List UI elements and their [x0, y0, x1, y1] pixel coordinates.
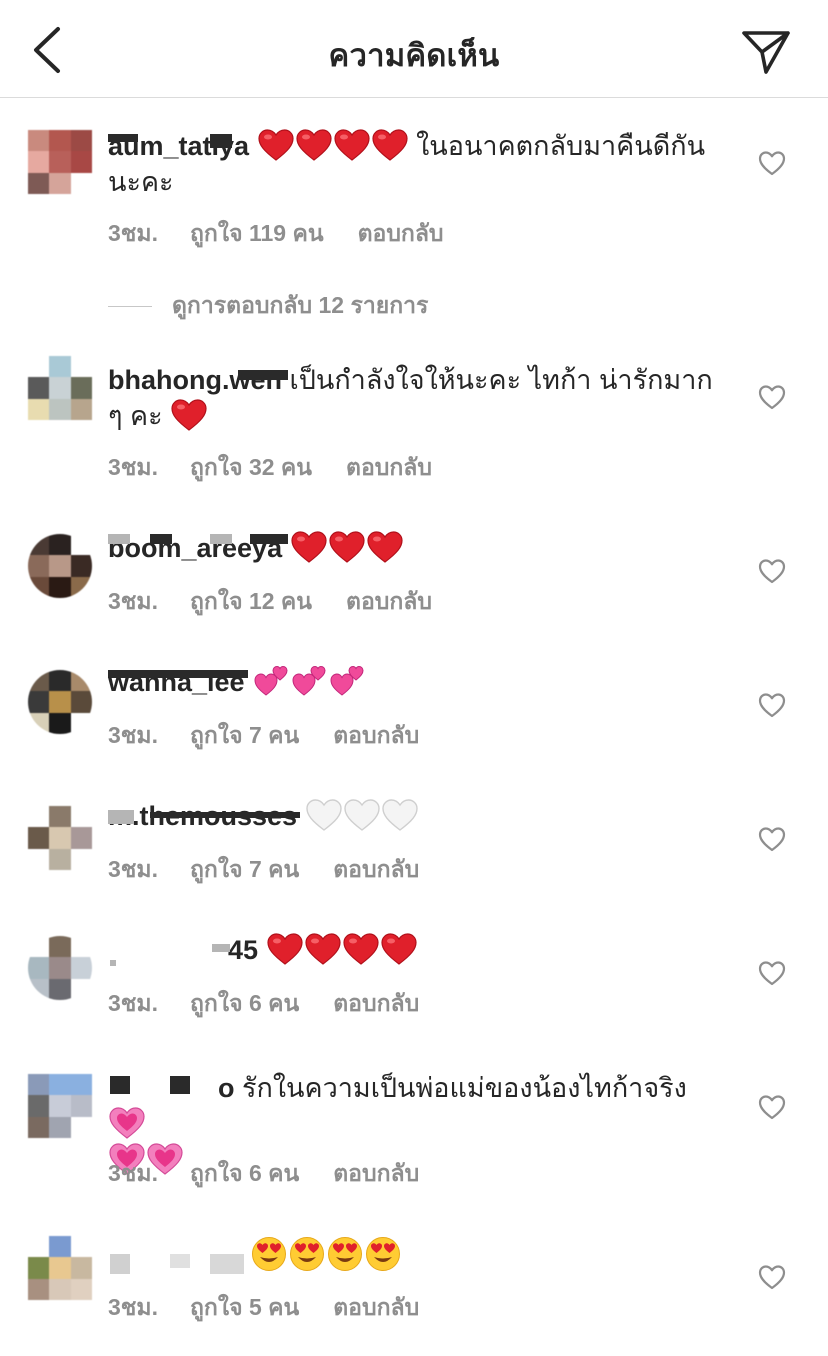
- comment-text: 45: [108, 932, 718, 968]
- comment-username[interactable]: 45: [228, 935, 258, 965]
- comment-likes[interactable]: ถูกใจ 7 คน: [190, 718, 299, 754]
- comment-username[interactable]: o: [218, 1073, 235, 1103]
- redaction-block: [110, 960, 116, 966]
- comment-body: เป็นกำลังใจให้นะคะ ไทก้า น่ารักมาก: [289, 365, 713, 395]
- like-heart-icon[interactable]: [758, 558, 786, 584]
- redaction-block: [238, 370, 288, 380]
- like-heart-icon[interactable]: [758, 1094, 786, 1120]
- comment-likes[interactable]: ถูกใจ 6 คน: [190, 1156, 299, 1192]
- comment-time: 3ชม.: [108, 990, 158, 1016]
- red-heart-icon: [290, 533, 404, 563]
- avatar[interactable]: [28, 936, 92, 1000]
- page-title: ความคิดเห็น: [328, 38, 500, 73]
- redaction-block: [110, 1076, 130, 1094]
- redaction-block: [108, 670, 248, 678]
- comment-text: [108, 1236, 718, 1275]
- view-replies-label: ดูการตอบกลับ 12 รายการ: [172, 292, 429, 318]
- avatar[interactable]: [28, 806, 92, 870]
- like-heart-icon[interactable]: [758, 150, 786, 176]
- comment-time: 3ชม.: [108, 588, 158, 614]
- comment-meta: 3ชม. ถูกใจ 7 คน ตอบกลับ: [108, 852, 419, 888]
- redaction-block: [108, 134, 138, 142]
- comment-meta: 3ชม. ถูกใจ 6 คน ตอบกลับ: [108, 986, 419, 1022]
- comment-time: 3ชม.: [108, 1160, 158, 1186]
- comment-meta: 3ชม. ถูกใจ 12 คน ตอบกลับ: [108, 584, 432, 620]
- avatar[interactable]: [28, 670, 92, 734]
- comment-likes[interactable]: ถูกใจ 7 คน: [190, 852, 299, 888]
- like-heart-icon[interactable]: [758, 1264, 786, 1290]
- redaction-block: [170, 1076, 190, 1094]
- avatar[interactable]: [28, 1236, 92, 1300]
- avatar[interactable]: [28, 534, 92, 598]
- comment-text: aum_tatiya ในอนาคตกลับมาคืนดีกัน นะคะ: [108, 128, 718, 200]
- comment-time: 3ชม.: [108, 454, 158, 480]
- comment-likes[interactable]: ถูกใจ 119 คน: [190, 216, 324, 252]
- comment-likes[interactable]: ถูกใจ 32 คน: [190, 450, 312, 486]
- redaction-block: [110, 1254, 130, 1274]
- redaction-block: [108, 810, 134, 824]
- redaction-block: [212, 944, 230, 952]
- comment-body: ในอนาคตกลับมาคืนดีกัน: [416, 131, 706, 161]
- comment-time: 3ชม.: [108, 722, 158, 748]
- redaction-block: [170, 1254, 190, 1268]
- avatar[interactable]: [28, 356, 92, 420]
- paper-plane-icon: [742, 31, 790, 74]
- like-heart-icon[interactable]: [758, 960, 786, 986]
- redaction-block: [250, 534, 288, 544]
- heart-eyes-icon: [250, 1242, 402, 1272]
- avatar[interactable]: [28, 1074, 92, 1138]
- share-button[interactable]: [740, 26, 792, 78]
- comment-text: bhahong.wen เป็นกำลังใจให้นะคะ ไทก้า น่า…: [108, 362, 718, 434]
- comment-meta: 3ชม. ถูกใจ 7 คน ตอบกลับ: [108, 718, 419, 754]
- reply-button[interactable]: ตอบกลับ: [346, 450, 432, 486]
- comment-likes[interactable]: ถูกใจ 12 คน: [190, 584, 312, 620]
- reply-button[interactable]: ตอบกลับ: [333, 1156, 419, 1192]
- replies-divider: [108, 305, 152, 307]
- red-heart-icon: [257, 131, 409, 161]
- red-heart-icon: [170, 401, 208, 431]
- comment-meta: 3ชม. ถูกใจ 6 คน ตอบกลับ: [108, 1156, 419, 1192]
- redaction-block: [150, 534, 172, 544]
- view-replies-button[interactable]: ดูการตอบกลับ 12 รายการ: [108, 288, 428, 324]
- like-heart-icon[interactable]: [758, 384, 786, 410]
- reply-button[interactable]: ตอบกลับ: [333, 1290, 419, 1326]
- comment-text: boom_areeya: [108, 530, 718, 566]
- comment-time: 3ชม.: [108, 1294, 158, 1320]
- avatar[interactable]: [28, 130, 92, 194]
- like-heart-icon[interactable]: [758, 826, 786, 852]
- red-heart-icon: [266, 935, 418, 965]
- reply-button[interactable]: ตอบกลับ: [346, 584, 432, 620]
- top-bar: ความคิดเห็น: [0, 0, 828, 98]
- comment-time: 3ชม.: [108, 220, 158, 246]
- like-heart-icon[interactable]: [758, 692, 786, 718]
- comment-body-cont: นะคะ: [108, 167, 174, 197]
- redaction-block: [108, 534, 130, 544]
- comment-body-cont: ๆ คะ: [108, 401, 163, 431]
- comment-likes[interactable]: ถูกใจ 6 คน: [190, 986, 299, 1022]
- comment-meta: 3ชม. ถูกใจ 119 คน ตอบกลับ: [108, 216, 444, 252]
- reply-button[interactable]: ตอบกลับ: [358, 216, 444, 252]
- reply-button[interactable]: ตอบกลับ: [333, 718, 419, 754]
- redaction-block: [210, 134, 232, 148]
- redaction-block: [210, 1254, 244, 1274]
- reply-button[interactable]: ตอบกลับ: [333, 986, 419, 1022]
- comment-meta: 3ชม. ถูกใจ 5 คน ตอบกลับ: [108, 1290, 419, 1326]
- redaction-block: [150, 812, 300, 818]
- comment-body: รักในความเป็นพ่อแม่ของน้องไทก้าจริง: [242, 1073, 687, 1103]
- redaction-block: [210, 534, 232, 544]
- two-hearts-icon: [252, 667, 366, 697]
- comment-likes[interactable]: ถูกใจ 5 คน: [190, 1290, 299, 1326]
- white-heart-icon: [305, 801, 419, 831]
- comment-time: 3ชม.: [108, 856, 158, 882]
- comment-meta: 3ชม. ถูกใจ 32 คน ตอบกลับ: [108, 450, 432, 486]
- reply-button[interactable]: ตอบกลับ: [333, 852, 419, 888]
